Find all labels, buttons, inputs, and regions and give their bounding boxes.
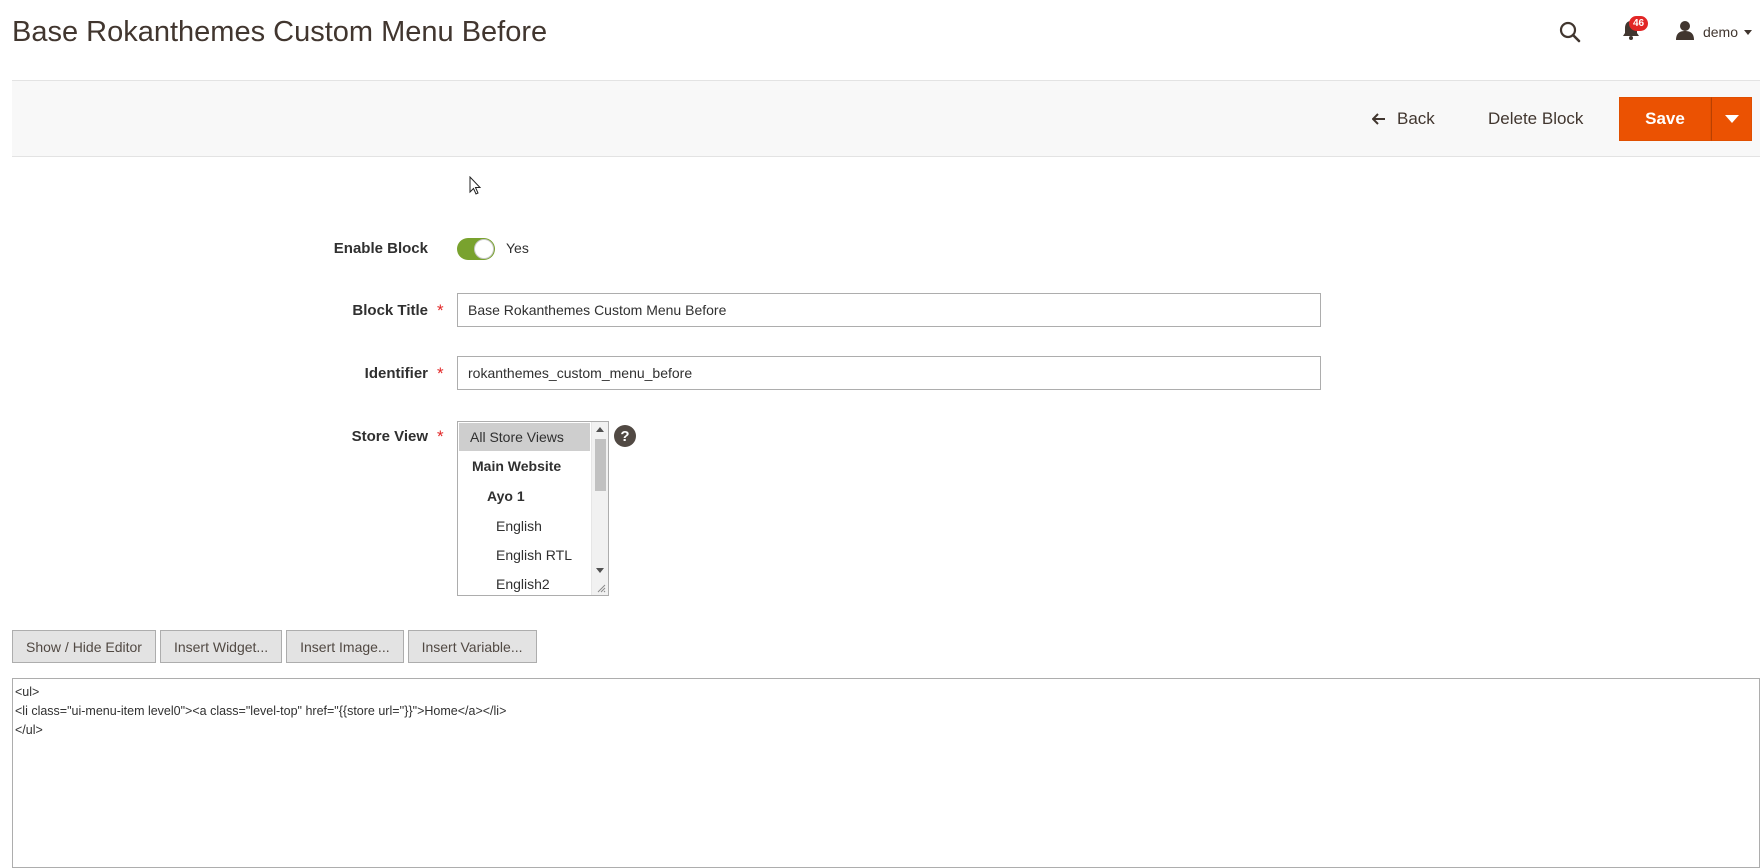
show-hide-editor-button[interactable]: Show / Hide Editor — [12, 630, 156, 663]
block-title-label: Block Title — [352, 302, 428, 319]
enable-block-state: Yes — [506, 240, 529, 256]
back-button[interactable]: Back — [1372, 81, 1435, 156]
user-name: demo — [1702, 24, 1738, 40]
content-editor-textarea[interactable]: <ul> <li class="ui-menu-item level0"><a … — [12, 678, 1760, 868]
notifications-button[interactable]: 46 — [1619, 16, 1649, 44]
header-actions: 46 demo — [1557, 16, 1760, 46]
user-icon — [1675, 20, 1695, 45]
store-view-option[interactable]: English — [459, 512, 590, 540]
page-actions-bar: Back Delete Block Save — [12, 80, 1760, 157]
help-icon[interactable]: ? — [614, 425, 636, 447]
scroll-up-icon[interactable] — [596, 427, 604, 432]
notification-count-badge: 46 — [1628, 16, 1649, 31]
chevron-down-icon — [1744, 29, 1752, 35]
identifier-label: Identifier — [364, 365, 428, 382]
required-mark: * — [437, 364, 444, 383]
identifier-input[interactable] — [457, 356, 1321, 390]
enable-block-label: Enable Block — [333, 240, 428, 257]
search-icon[interactable] — [1557, 19, 1583, 45]
required-mark: * — [437, 301, 444, 320]
store-view-option[interactable]: English RTL — [459, 541, 590, 569]
required-mark: * — [437, 427, 444, 446]
scrollbar-thumb[interactable] — [595, 439, 606, 491]
save-button[interactable]: Save — [1619, 97, 1711, 141]
save-split-button: Save — [1619, 97, 1752, 141]
resize-grip-icon[interactable] — [597, 584, 606, 593]
store-view-multiselect[interactable]: All Store Views Main Website Ayo 1 Engli… — [457, 421, 609, 596]
store-view-label: Store View — [351, 428, 428, 445]
editor-toolbar: Show / Hide Editor Insert Widget... Inse… — [12, 630, 541, 663]
delete-block-button[interactable]: Delete Block — [1488, 81, 1583, 156]
store-view-option-group: Main Website — [472, 458, 562, 474]
mouse-cursor-icon — [469, 176, 482, 195]
page-title: Base Rokanthemes Custom Menu Before — [12, 16, 548, 48]
enable-block-toggle[interactable] — [457, 238, 495, 260]
chevron-down-icon — [1724, 115, 1739, 123]
insert-image-button[interactable]: Insert Image... — [286, 630, 404, 663]
scrollbar[interactable] — [591, 422, 608, 595]
scroll-down-icon[interactable] — [596, 568, 604, 573]
insert-variable-button[interactable]: Insert Variable... — [407, 630, 537, 663]
arrow-left-icon — [1372, 112, 1385, 125]
block-title-input[interactable] — [457, 293, 1321, 327]
store-view-option[interactable]: All Store Views — [459, 423, 590, 451]
store-view-option[interactable]: English2 — [459, 570, 590, 595]
toggle-knob — [474, 239, 494, 259]
save-options-toggle[interactable] — [1711, 97, 1752, 141]
user-menu[interactable]: demo — [1675, 20, 1752, 45]
back-label: Back — [1397, 108, 1435, 128]
store-view-option-group: Ayo 1 — [487, 488, 525, 504]
insert-widget-button[interactable]: Insert Widget... — [159, 630, 283, 663]
